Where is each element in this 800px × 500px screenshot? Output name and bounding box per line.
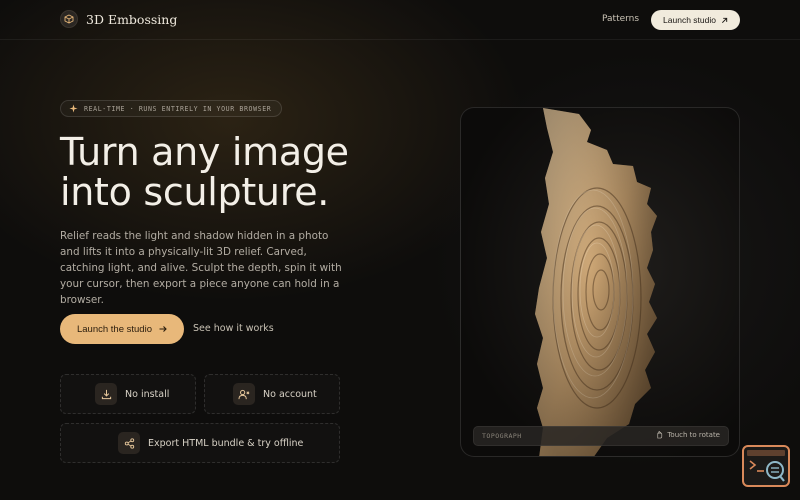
brand-name: 3D Embossing [86,11,178,27]
rotate-hint-label: Touch to rotate [667,431,720,439]
hand-icon [657,431,663,439]
arrow-right-icon [159,326,167,332]
relief-sculpture-image [535,108,657,456]
realtime-badge: REAL-TIME · RUNS ENTIRELY IN YOUR BROWSE… [60,100,282,117]
headline-line-1: Turn any image [60,130,349,174]
launch-studio-label: Launch studio [663,15,716,25]
feature-label: Export HTML bundle & try offline [148,437,304,449]
badge-text: REAL-TIME · RUNS ENTIRELY IN YOUR BROWSE… [84,104,272,113]
floating-assistant-button[interactable] [742,445,790,487]
arrow-up-right-icon [721,17,728,23]
cube-logo-icon [60,10,78,28]
launch-studio-nav-button[interactable]: Launch studio [651,10,740,30]
feature-label: No account [263,388,317,400]
launch-the-studio-label: Launch the studio [76,323,152,335]
sparkle-icon [69,104,78,113]
feature-export-html: Export HTML bundle & try offline [60,423,340,463]
brand[interactable]: 3D Embossing [60,10,177,28]
user-x-icon [233,383,255,405]
pattern-name: TOPOGRAPH [482,432,522,440]
viewer-caption-bar: TOPOGRAPH Touch to rotate [473,426,729,446]
download-icon [95,383,117,405]
top-nav: 3D Embossing Patterns Launch studio [0,0,800,40]
share-icon [118,432,140,454]
see-how-it-works-link[interactable]: See how it works [193,323,274,334]
launch-the-studio-button[interactable]: Launch the studio [60,314,184,344]
nav-link-patterns[interactable]: Patterns [602,14,639,24]
sculpture-viewer[interactable]: TOPOGRAPH Touch to rotate [460,107,740,457]
feature-no-install: No install [60,374,196,414]
feature-no-account: No account [204,374,340,414]
terminal-search-icon [747,450,785,482]
hero-description: Relief reads the light and shadow hidden… [60,230,342,306]
feature-label: No install [125,388,170,400]
headline-line-2: into sculpture. [60,170,330,214]
rotate-hint: Touch to rotate [656,431,720,439]
hero-headline: Turn any image into sculpture. [60,132,390,212]
